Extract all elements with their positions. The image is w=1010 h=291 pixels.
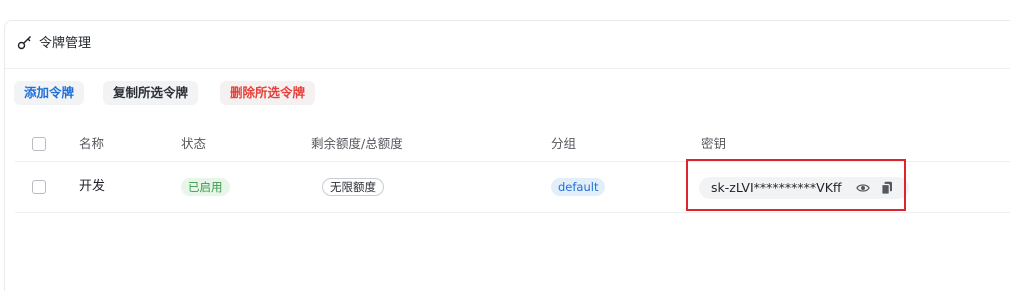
column-header-name: 名称 [79,136,105,151]
quota-badge: 无限额度 [322,178,384,196]
row-select-checkbox[interactable] [32,180,46,194]
column-header-group: 分组 [551,136,577,151]
card-header: 令牌管理 [5,21,1010,69]
copy-selected-tokens-button[interactable]: 复制所选令牌 [103,81,199,105]
add-token-button[interactable]: 添加令牌 [14,81,85,105]
column-header-secret: 密钥 [701,136,727,151]
column-header-status: 状态 [181,136,207,151]
key-icon [17,36,31,50]
select-all-checkbox[interactable] [32,137,46,151]
group-badge: default [551,178,606,196]
delete-selected-tokens-button[interactable]: 删除所选令牌 [220,81,316,105]
page-title: 令牌管理 [39,36,92,51]
highlight-box [686,159,906,211]
token-management-card: 令牌管理 添加令牌 复制所选令牌 删除所选令牌 名称 状态 剩余额度/总额度 分… [4,20,1010,291]
status-badge: 已启用 [181,178,230,196]
column-header-quota: 剩余额度/总额度 [311,136,403,151]
token-name: 开发 [79,179,106,194]
table-header: 名称 状态 剩余额度/总额度 分组 密钥 [15,127,1010,162]
